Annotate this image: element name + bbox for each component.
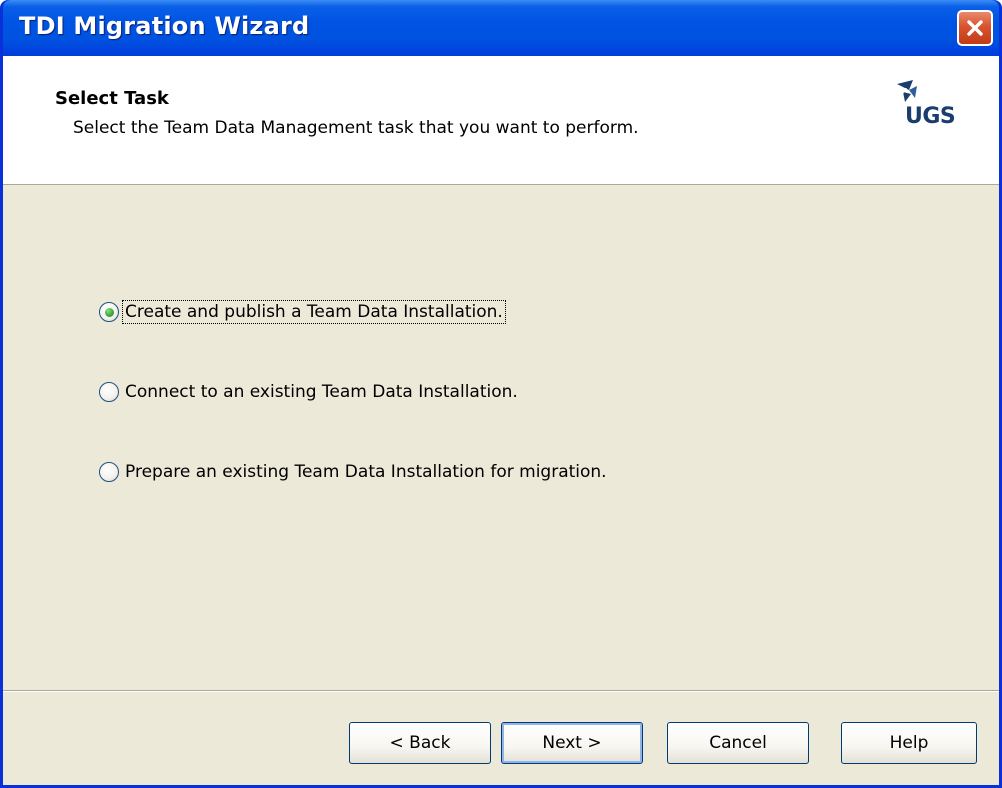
- cancel-button[interactable]: Cancel: [667, 722, 809, 764]
- option-label: Prepare an existing Team Data Installati…: [125, 462, 607, 482]
- logo-text: UGS: [905, 104, 956, 129]
- back-button[interactable]: < Back: [349, 722, 491, 764]
- close-button[interactable]: [957, 10, 993, 46]
- title-bar[interactable]: TDI Migration Wizard: [3, 0, 999, 56]
- option-prepare-migration[interactable]: Prepare an existing Team Data Installati…: [99, 458, 799, 486]
- page-title: Select Task: [55, 88, 169, 109]
- help-button[interactable]: Help: [841, 722, 977, 764]
- wizard-header: Select Task Select the Team Data Managem…: [3, 56, 999, 185]
- next-button[interactable]: Next >: [501, 722, 643, 764]
- radio-unselected-icon[interactable]: [99, 382, 119, 402]
- radio-dot: [104, 307, 114, 317]
- wizard-window: TDI Migration Wizard Select Task Select …: [0, 0, 1002, 788]
- close-icon: [967, 20, 983, 36]
- option-label: Create and publish a Team Data Installat…: [122, 300, 506, 324]
- radio-unselected-icon[interactable]: [99, 462, 119, 482]
- dialog-body: Select Task Select the Team Data Managem…: [3, 56, 999, 785]
- option-label: Connect to an existing Team Data Install…: [125, 382, 518, 402]
- option-create-publish[interactable]: Create and publish a Team Data Installat…: [99, 298, 799, 326]
- window-title: TDI Migration Wizard: [19, 12, 310, 40]
- ugs-logo: UGS: [891, 78, 971, 138]
- page-subtitle: Select the Team Data Management task tha…: [73, 118, 639, 138]
- option-connect-existing[interactable]: Connect to an existing Team Data Install…: [99, 378, 799, 406]
- radio-selected-icon[interactable]: [99, 302, 119, 322]
- separator: [3, 690, 999, 692]
